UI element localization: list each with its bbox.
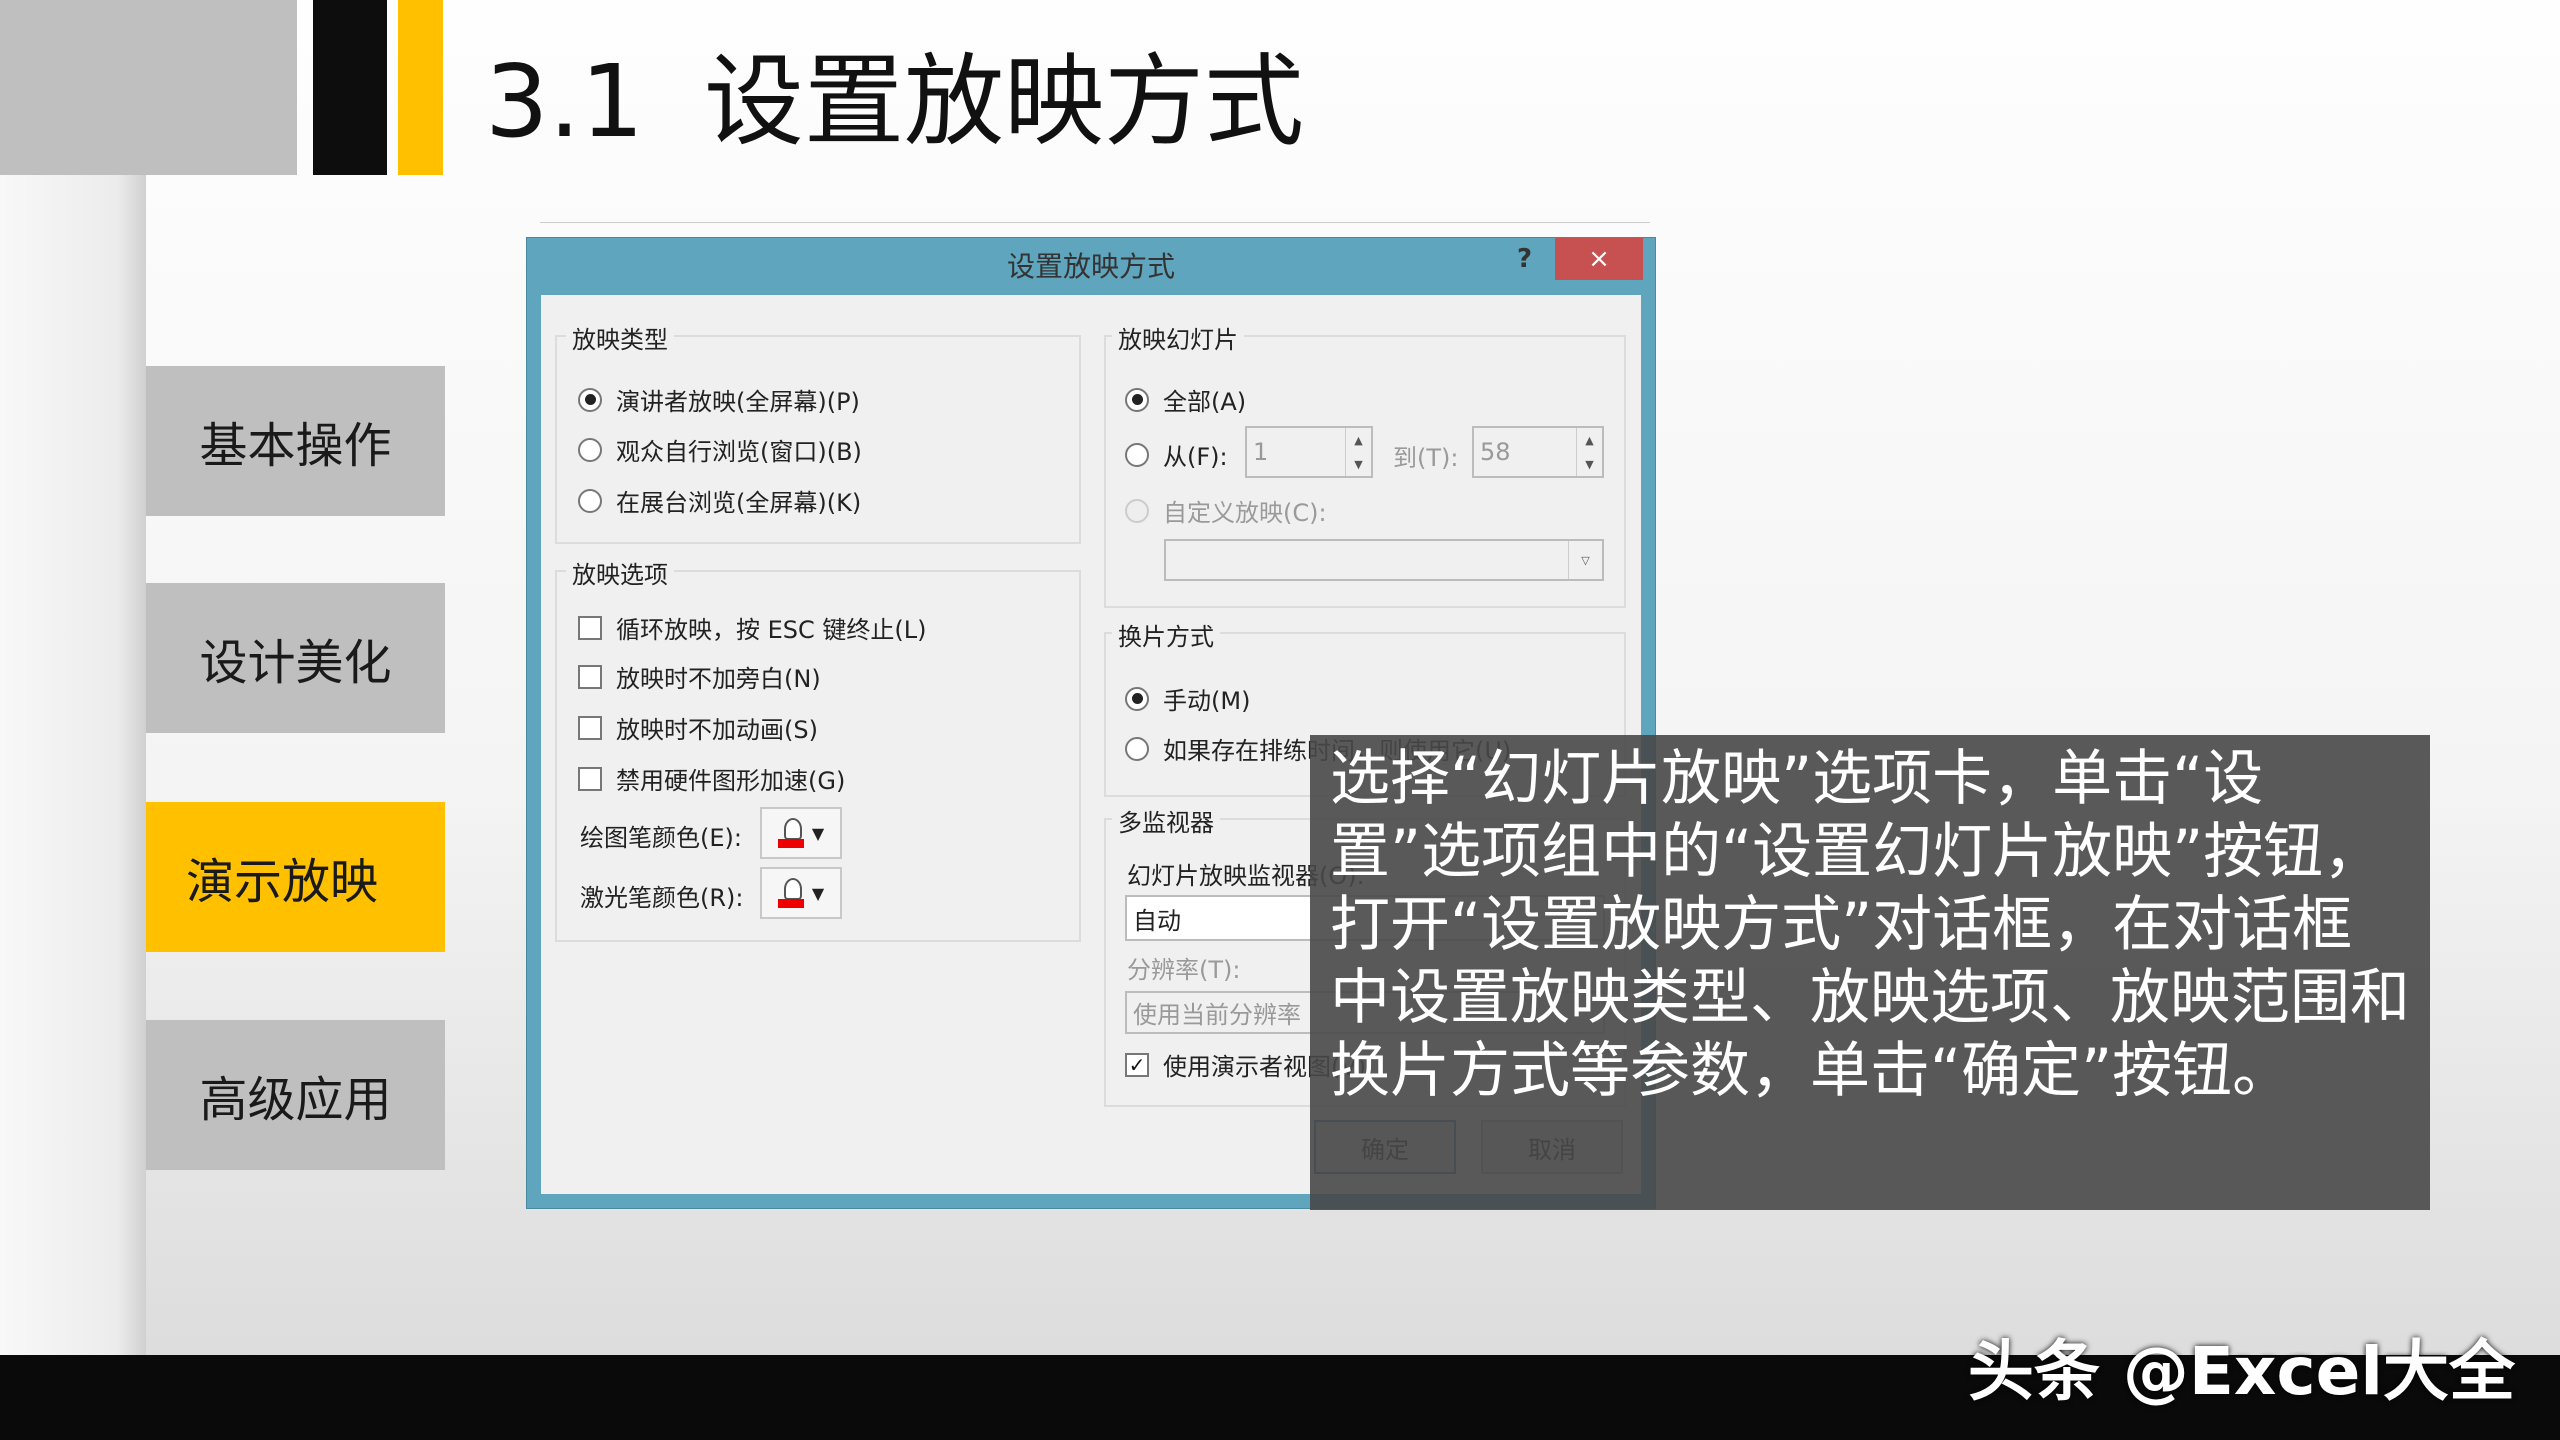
caption-overlay: 选择“幻灯片放映”选项卡，单击“设置”选项组中的“设置幻灯片放映”按钮，打开“设…: [1310, 735, 2430, 1210]
radio-icon: [1125, 443, 1149, 467]
laser-color-button[interactable]: ▼: [760, 867, 842, 919]
radio-label: 手动(M): [1163, 681, 1250, 716]
pen-icon: [778, 878, 804, 908]
nav-item-slideshow[interactable]: 演示放映: [146, 802, 445, 952]
radio-label: 在展台浏览(全屏幕)(K): [616, 483, 861, 518]
from-value: 1: [1253, 438, 1268, 466]
radio-label: 演讲者放映(全屏幕)(P): [616, 382, 860, 417]
radio-icon: [578, 388, 602, 412]
checkbox-icon: [578, 716, 602, 740]
slide-title: 3.1 设置放映方式: [485, 20, 1304, 165]
radio-label: 观众自行浏览(窗口)(B): [616, 432, 862, 467]
laser-color-label: 激光笔颜色(R):: [580, 878, 744, 913]
nav-item-design[interactable]: 设计美化: [146, 583, 445, 733]
radio-manual[interactable]: 手动(M): [1125, 681, 1250, 716]
advance-legend: 换片方式: [1112, 617, 1220, 652]
to-spinner[interactable]: 58 ▲▼: [1472, 426, 1604, 478]
header-black-bar: [313, 0, 387, 175]
radio-icon: [578, 489, 602, 513]
check-loop[interactable]: 循环放映，按 ESC 键终止(L): [578, 610, 927, 645]
header-yellow-bar: [398, 0, 443, 175]
resolution-label: 分辨率(T):: [1127, 950, 1240, 985]
help-icon[interactable]: ?: [1517, 244, 1532, 274]
check-no-narration[interactable]: 放映时不加旁白(N): [578, 659, 821, 694]
to-value: 58: [1480, 438, 1511, 466]
watermark: 头条 @Excel大全: [1968, 1318, 2515, 1414]
radio-label: 自定义放映(C):: [1163, 493, 1327, 528]
ribbon-peek: [540, 222, 1650, 236]
show-slides-legend: 放映幻灯片: [1112, 320, 1244, 355]
check-no-animation[interactable]: 放映时不加动画(S): [578, 710, 818, 745]
custom-show-select[interactable]: ▽: [1164, 539, 1604, 581]
dialog-title: 设置放映方式: [527, 238, 1655, 295]
monitors-legend: 多监视器: [1112, 803, 1220, 838]
to-label: 到(T):: [1393, 438, 1458, 473]
check-label: 放映时不加动画(S): [616, 710, 818, 745]
dropdown-arrow-icon: ▼: [812, 884, 824, 903]
spinner-arrows-icon[interactable]: ▲▼: [1576, 428, 1602, 476]
radio-presenter[interactable]: 演讲者放映(全屏幕)(P): [578, 382, 860, 417]
radio-from[interactable]: 从(F):: [1125, 437, 1228, 472]
chevron-down-icon: ▽: [1568, 541, 1602, 579]
check-label: 循环放映，按 ESC 键终止(L): [616, 610, 927, 645]
checkmark-icon: ✓: [1125, 1053, 1149, 1077]
radio-icon: [1125, 499, 1149, 523]
radio-icon: [578, 438, 602, 462]
pen-color-button[interactable]: ▼: [760, 807, 842, 859]
spinner-arrows-icon[interactable]: ▲▼: [1345, 428, 1371, 476]
header-gray-block: [0, 0, 297, 175]
radio-icon: [1125, 737, 1149, 761]
checkbox-icon: [578, 616, 602, 640]
nav-item-advanced[interactable]: 高级应用: [146, 1020, 445, 1170]
radio-custom-show[interactable]: 自定义放映(C):: [1125, 493, 1327, 528]
close-button[interactable]: ×: [1555, 238, 1643, 280]
radio-all-slides[interactable]: 全部(A): [1125, 382, 1246, 417]
show-options-legend: 放映选项: [566, 555, 674, 590]
radio-icon: [1125, 687, 1149, 711]
check-label: 放映时不加旁白(N): [616, 659, 821, 694]
radio-kiosk[interactable]: 在展台浏览(全屏幕)(K): [578, 483, 861, 518]
check-disable-hw-accel[interactable]: 禁用硬件图形加速(G): [578, 761, 845, 796]
sidebar-strip: [0, 175, 146, 1355]
radio-individual[interactable]: 观众自行浏览(窗口)(B): [578, 432, 862, 467]
dropdown-arrow-icon: ▼: [812, 824, 824, 843]
monitor-value: 自动: [1133, 901, 1181, 936]
radio-icon: [1125, 388, 1149, 412]
pen-color-label: 绘图笔颜色(E):: [580, 818, 742, 853]
check-label: 禁用硬件图形加速(G): [616, 761, 845, 796]
pen-icon: [778, 818, 804, 848]
radio-label: 从(F):: [1163, 437, 1228, 472]
resolution-value: 使用当前分辨率: [1133, 995, 1301, 1030]
caption-text: 选择“幻灯片放映”选项卡，单击“设置”选项组中的“设置幻灯片放映”按钮，打开“设…: [1330, 744, 2410, 1106]
checkbox-icon: [578, 767, 602, 791]
section-number: 3.1: [485, 43, 644, 160]
show-type-legend: 放映类型: [566, 320, 674, 355]
nav-item-basic[interactable]: 基本操作: [146, 366, 445, 516]
radio-label: 全部(A): [1163, 382, 1246, 417]
from-spinner[interactable]: 1 ▲▼: [1245, 426, 1373, 478]
title-text: 设置放映方式: [704, 43, 1304, 160]
checkbox-icon: [578, 665, 602, 689]
